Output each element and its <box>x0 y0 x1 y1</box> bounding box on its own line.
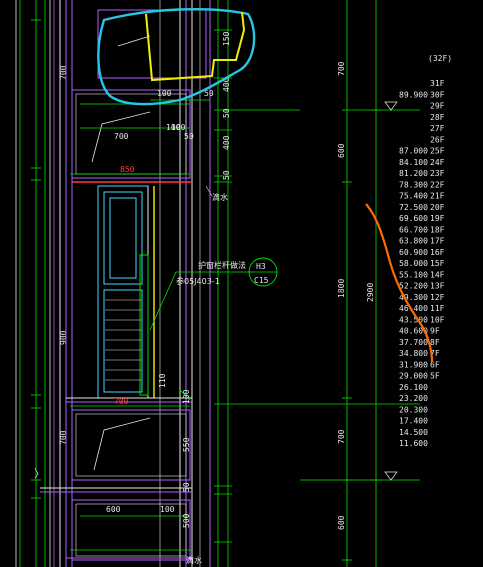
level-floor: 14F <box>430 270 445 279</box>
dim-100-e: 100 <box>160 505 175 514</box>
level-elevation: 14.500 <box>399 428 428 437</box>
level-elevation: 69.600 <box>399 214 428 223</box>
level-floor: 24F <box>430 158 445 167</box>
level-elevation: 63.800 <box>399 237 428 246</box>
right-dim-600-low: 600 <box>337 515 346 530</box>
level-elevation: 11.600 <box>399 439 428 448</box>
dim-50-e: 50 <box>182 482 191 492</box>
level-elevation: 31.900 <box>399 360 428 369</box>
level-elevation: 87.000 <box>399 147 428 156</box>
dim-550: 550 <box>182 437 191 452</box>
level-floor: 15F <box>430 259 445 268</box>
level-elevation: 37.700 <box>399 338 428 347</box>
level-elevation: 20.300 <box>399 405 428 414</box>
level-floor: 21F <box>430 192 445 201</box>
level-floor: 5F <box>430 372 440 381</box>
level-elevation: 52.200 <box>399 282 428 291</box>
small-note-b: 滴水 <box>186 555 202 565</box>
total-dim-2900: 2900 <box>366 283 375 302</box>
dim-500: 500 <box>182 513 191 528</box>
level-floor: 20F <box>430 203 445 212</box>
dim-600: 600 <box>106 505 121 514</box>
level-floor: 16F <box>430 248 445 257</box>
level-floor: 26F <box>430 135 445 144</box>
level-elevation: 72.500 <box>399 203 428 212</box>
small-note-a: 滴水 <box>212 192 228 202</box>
level-elevation: 66.700 <box>399 225 428 234</box>
level-elevation: 81.200 <box>399 169 428 178</box>
level-elevation: 75.400 <box>399 192 428 201</box>
level-elevation: 84.100 <box>399 158 428 167</box>
level-elevation: 43.500 <box>399 315 428 324</box>
callout-bottom: C15 <box>254 276 269 285</box>
level-elevation: 29.000 <box>399 372 428 381</box>
level-floor: 17F <box>430 237 445 246</box>
level-elevation: 78.300 <box>399 180 428 189</box>
level-floor: 13F <box>430 282 445 291</box>
level-floor: 8F <box>430 338 440 347</box>
level-elevation: 58.000 <box>399 259 428 268</box>
right-dim-1800: 1800 <box>337 279 346 298</box>
dim-400-b: 400 <box>222 135 231 150</box>
total-floors-label: (32F) <box>428 54 452 63</box>
level-floor: 12F <box>430 293 445 302</box>
dim-700: 700 <box>114 132 129 141</box>
level-floor: 19F <box>430 214 445 223</box>
level-floor: 18F <box>430 225 445 234</box>
dim-50-b: 50 <box>222 108 231 118</box>
level-floor: 10F <box>430 315 445 324</box>
note-ref: 参05J403-1 <box>176 276 220 286</box>
note-label: 护窗栏杆做法 <box>198 260 246 270</box>
dim-150: 150 <box>222 31 231 46</box>
dim-100-a: 100 <box>157 89 172 98</box>
level-elevation: 60.900 <box>399 248 428 257</box>
callout-top: H3 <box>256 262 266 271</box>
level-floor: 22F <box>430 180 445 189</box>
level-floor: 11F <box>430 304 445 313</box>
dim-850: 850 <box>120 165 135 174</box>
right-dim-700-top: 700 <box>337 61 346 76</box>
level-floor: 30F <box>430 90 445 99</box>
level-elevation: 34.800 <box>399 349 428 358</box>
level-floor: 28F <box>430 113 445 122</box>
cad-drawing-canvas[interactable]: 700 900 700 150 100 50 400 50 100 700 10… <box>0 0 483 567</box>
level-elevation: 23.200 <box>399 394 428 403</box>
level-floor: 25F <box>430 147 445 156</box>
level-elevation: 26.100 <box>399 383 428 392</box>
level-floor: 27F <box>430 124 445 133</box>
dim-110: 110 <box>158 373 167 388</box>
dim-700-b: 700 <box>114 397 129 406</box>
dim-100-c: 100 <box>171 123 186 132</box>
level-floor: 9F <box>430 327 440 336</box>
level-floor: 31F <box>430 79 445 88</box>
level-elevation: 89.900 <box>399 90 428 99</box>
dim-100-d: 100 <box>182 389 191 404</box>
right-dim-600: 600 <box>337 143 346 158</box>
level-floor: 29F <box>430 102 445 111</box>
level-elevation: 17.400 <box>399 417 428 426</box>
dim-50-c: 50 <box>184 132 194 141</box>
level-floor: 23F <box>430 169 445 178</box>
right-dim-700-low: 700 <box>337 429 346 444</box>
level-elevation: 55.100 <box>399 270 428 279</box>
dim-50-d: 50 <box>222 170 231 180</box>
